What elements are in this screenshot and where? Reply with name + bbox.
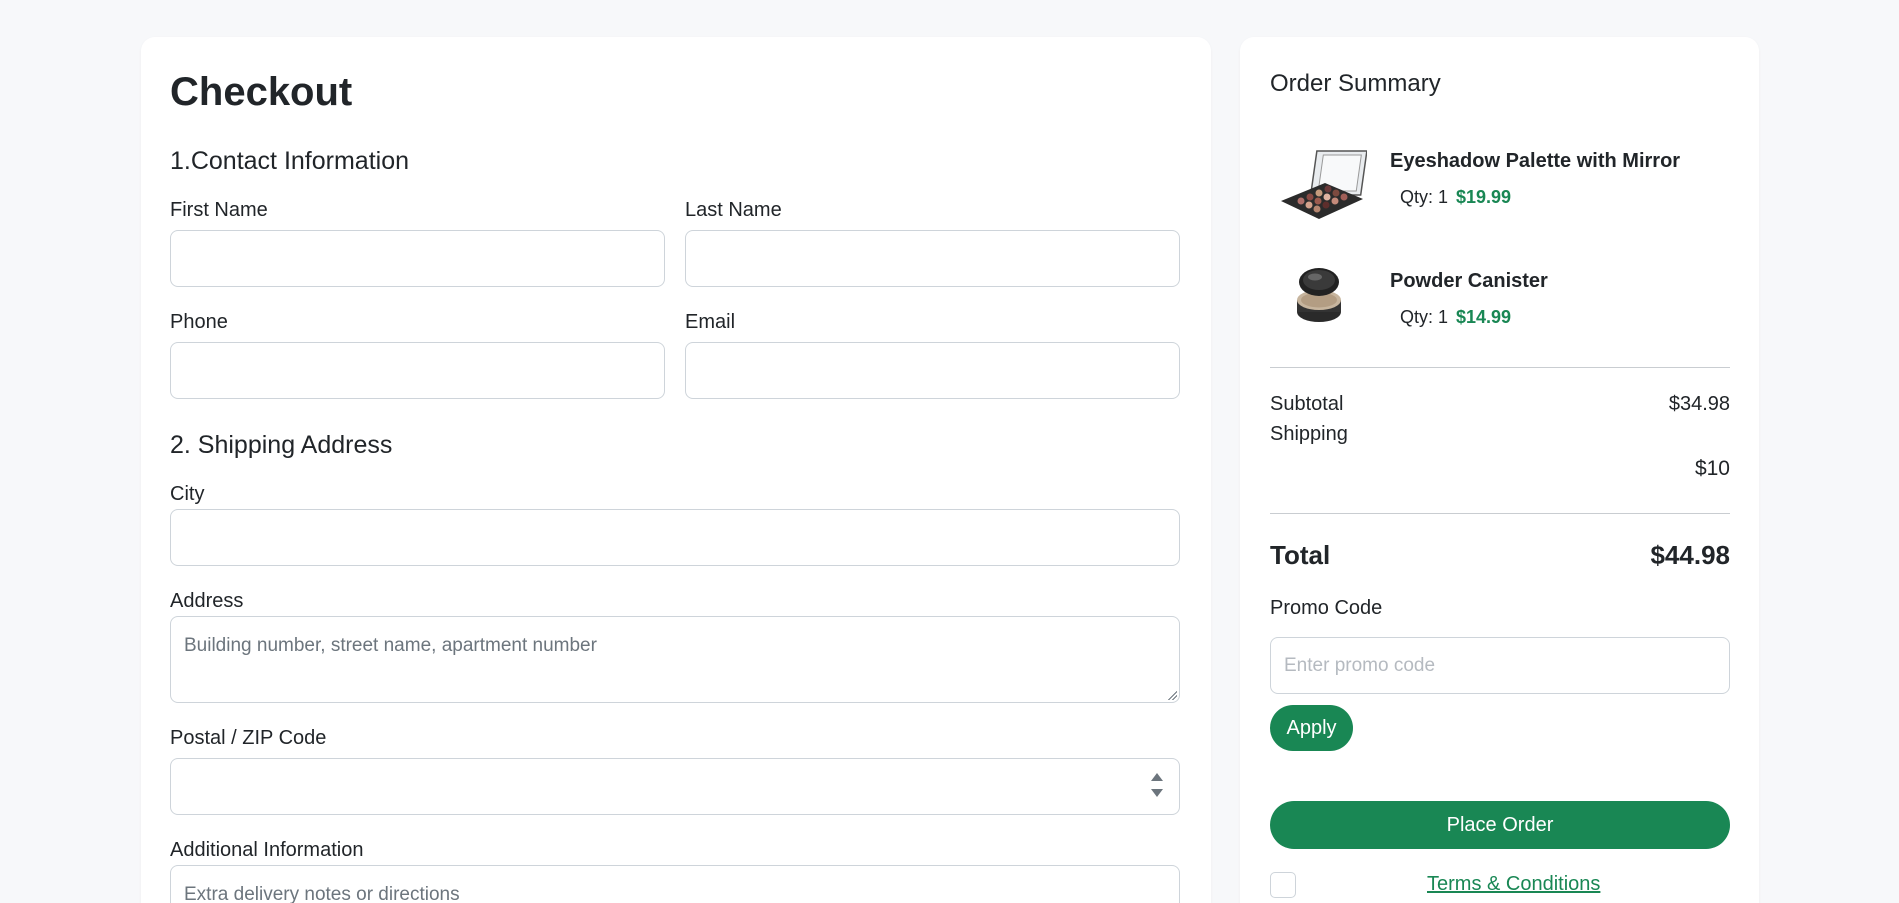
address-textarea[interactable]: Building number, street name, apartment … bbox=[170, 616, 1180, 703]
summary-divider bbox=[1270, 513, 1730, 514]
item-qty: Qty: 1 bbox=[1400, 187, 1449, 207]
address-label: Address bbox=[170, 590, 244, 612]
apply-button[interactable]: Apply bbox=[1270, 705, 1353, 751]
item-price: $14.99 bbox=[1456, 307, 1512, 327]
additional-info-textarea[interactable]: Extra delivery notes or directions bbox=[170, 865, 1180, 903]
last-name-label: Last Name bbox=[685, 199, 782, 221]
phone-label: Phone bbox=[170, 311, 228, 333]
summary-divider bbox=[1270, 367, 1730, 368]
subtotal-value: $34.98 bbox=[1668, 393, 1730, 415]
spinner-up-icon[interactable] bbox=[1151, 773, 1163, 781]
address-placeholder: Building number, street name, apartment … bbox=[184, 635, 597, 656]
item-name: Eyeshadow Palette with Mirror bbox=[1390, 150, 1681, 172]
phone-input[interactable] bbox=[170, 342, 665, 399]
number-spinner-icon[interactable] bbox=[1151, 773, 1163, 803]
shipping-section-title: 2. Shipping Address bbox=[170, 431, 393, 459]
promo-code-label: Promo Code bbox=[1270, 597, 1383, 619]
shipping-label: Shipping bbox=[1270, 423, 1348, 445]
first-name-label: First Name bbox=[170, 199, 268, 221]
promo-code-input[interactable]: Enter promo code bbox=[1270, 637, 1730, 694]
page-title: Checkout bbox=[170, 70, 353, 114]
postal-code-input[interactable] bbox=[170, 758, 1180, 815]
first-name-input[interactable] bbox=[170, 230, 665, 287]
item-qty: Qty: 1 bbox=[1400, 307, 1449, 327]
subtotal-label: Subtotal bbox=[1270, 393, 1344, 415]
additional-info-label: Additional Information bbox=[170, 839, 364, 861]
city-label: City bbox=[170, 483, 205, 505]
shipping-value: $10 bbox=[1694, 457, 1730, 480]
place-order-button[interactable]: Place Order bbox=[1270, 801, 1730, 849]
item-price: $19.99 bbox=[1456, 187, 1512, 207]
email-label: Email bbox=[685, 311, 736, 333]
email-input[interactable] bbox=[685, 342, 1180, 399]
terms-checkbox[interactable] bbox=[1270, 872, 1296, 898]
terms-link[interactable]: Terms & Conditions bbox=[1427, 873, 1600, 896]
postal-label: Postal / ZIP Code bbox=[170, 727, 327, 749]
last-name-input[interactable] bbox=[685, 230, 1180, 287]
eyeshadow-palette-image bbox=[1277, 143, 1368, 223]
contact-section-title: 1.Contact Information bbox=[170, 147, 410, 175]
powder-canister-image bbox=[1277, 262, 1367, 342]
promo-code-placeholder: Enter promo code bbox=[1284, 654, 1436, 676]
order-summary-title: Order Summary bbox=[1270, 70, 1441, 97]
item-name: Powder Canister bbox=[1390, 270, 1548, 292]
spinner-down-icon[interactable] bbox=[1151, 789, 1163, 797]
city-input[interactable] bbox=[170, 509, 1180, 566]
total-label: Total bbox=[1270, 540, 1331, 570]
total-value: $44.98 bbox=[1650, 540, 1730, 570]
additional-info-placeholder: Extra delivery notes or directions bbox=[184, 884, 460, 903]
resize-handle-icon[interactable] bbox=[1167, 690, 1177, 700]
